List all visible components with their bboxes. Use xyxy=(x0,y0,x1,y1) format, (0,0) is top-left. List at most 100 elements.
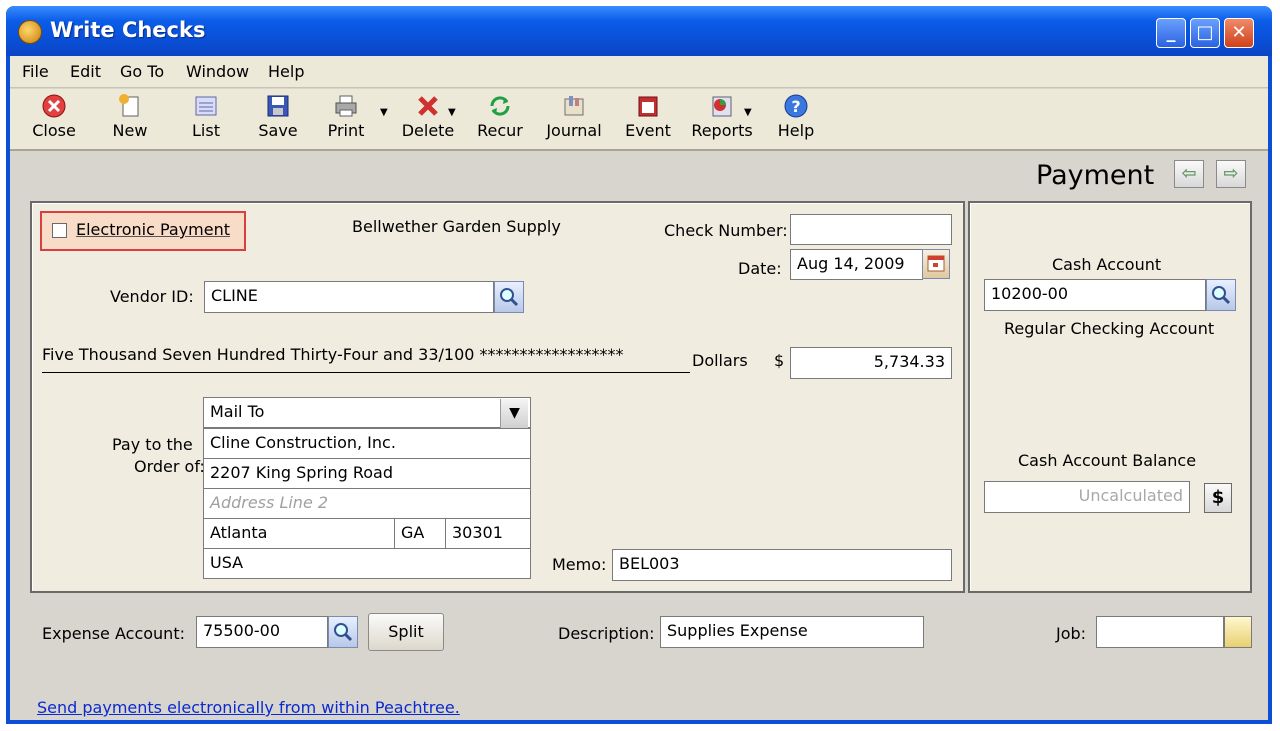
list-icon xyxy=(195,96,217,116)
client-area: File Edit Go To Window Help Close New Li… xyxy=(10,56,1268,720)
payee-name-field[interactable]: Cline Construction, Inc. xyxy=(203,428,531,459)
check-number-field[interactable] xyxy=(790,214,952,245)
list-button[interactable]: List xyxy=(174,93,238,149)
pay-to-label-line1: Pay to the xyxy=(112,435,193,454)
write-checks-window: Write Checks _ □ ✕ File Edit Go To Windo… xyxy=(6,6,1272,724)
next-record-button[interactable]: ⇨ xyxy=(1216,160,1246,188)
electronic-payment-checkbox[interactable] xyxy=(52,223,67,238)
list-label: List xyxy=(192,121,220,140)
description-label: Description: xyxy=(558,624,655,643)
close-button[interactable]: Close xyxy=(22,93,86,149)
print-label: Print xyxy=(327,121,365,140)
cash-balance-field: Uncalculated xyxy=(984,481,1190,513)
date-label: Date: xyxy=(738,259,782,278)
maximize-button[interactable]: □ xyxy=(1190,18,1220,48)
reports-label: Reports xyxy=(691,121,753,140)
memo-field[interactable]: BEL003 xyxy=(612,549,952,581)
print-button[interactable]: Print xyxy=(314,93,378,149)
title-bar[interactable]: Write Checks _ □ ✕ xyxy=(6,6,1272,56)
city-field[interactable]: Atlanta xyxy=(203,518,395,549)
new-button[interactable]: New xyxy=(98,93,162,149)
electronic-payment-highlight: Electronic Payment xyxy=(40,211,246,251)
svg-text:?: ? xyxy=(791,97,800,116)
page-title: Payment xyxy=(1036,160,1155,191)
vendor-lookup-button[interactable] xyxy=(494,281,524,313)
cash-balance-label: Cash Account Balance xyxy=(1018,451,1197,470)
help-label: Help xyxy=(777,121,815,140)
new-icon xyxy=(119,94,139,117)
vendor-id-label: Vendor ID: xyxy=(110,287,194,306)
calendar-icon xyxy=(927,255,945,272)
journal-icon xyxy=(564,96,584,116)
event-button[interactable]: Event xyxy=(616,93,680,149)
description-field[interactable]: Supplies Expense xyxy=(660,616,924,648)
save-button[interactable]: Save xyxy=(246,93,310,149)
electronic-payment-label[interactable]: Electronic Payment xyxy=(76,220,230,239)
help-icon: ? xyxy=(784,94,808,118)
magnifier-icon xyxy=(334,623,353,642)
cash-account-field[interactable]: 10200-00 xyxy=(984,279,1206,311)
address-line2-field[interactable]: Address Line 2 xyxy=(203,488,531,519)
recur-button[interactable]: Recur xyxy=(468,93,532,149)
close-label: Close xyxy=(32,121,76,140)
calculate-balance-button[interactable]: $ xyxy=(1204,483,1232,513)
delete-button[interactable]: Delete xyxy=(396,93,460,149)
close-icon xyxy=(42,94,66,118)
save-label: Save xyxy=(258,121,298,140)
print-dropdown-icon[interactable]: ▼ xyxy=(380,107,388,118)
toolbar: Close New List Save Print ▼ Delete ▼ Rec… xyxy=(10,89,1268,151)
close-window-button[interactable]: ✕ xyxy=(1224,18,1254,48)
journal-label: Journal xyxy=(546,121,602,140)
magnifier-icon xyxy=(1212,286,1231,305)
state-field[interactable]: GA xyxy=(394,518,446,549)
menu-bar: File Edit Go To Window Help xyxy=(10,56,1268,88)
reports-button[interactable]: Reports xyxy=(690,93,754,149)
menu-help[interactable]: Help xyxy=(268,62,304,81)
country-field[interactable]: USA xyxy=(203,548,531,579)
zip-field[interactable]: 30301 xyxy=(445,518,531,549)
calendar-button[interactable] xyxy=(922,249,950,279)
pay-to-label-line2: Order of: xyxy=(134,457,205,476)
previous-record-button[interactable]: ⇦ xyxy=(1174,160,1204,188)
reports-dropdown-icon[interactable]: ▼ xyxy=(744,107,752,118)
check-panel: Electronic Payment Bellwether Garden Sup… xyxy=(30,201,965,593)
amount-field[interactable]: 5,734.33 xyxy=(790,347,952,379)
delete-icon xyxy=(418,96,438,116)
menu-file[interactable]: File xyxy=(22,62,49,81)
address-type-select[interactable]: Mail To xyxy=(203,397,531,428)
new-label: New xyxy=(112,121,148,140)
job-field[interactable] xyxy=(1096,616,1224,648)
recur-icon xyxy=(490,96,510,116)
vendor-id-field[interactable]: CLINE xyxy=(204,281,494,313)
dollar-sign: $ xyxy=(774,351,785,370)
company-name: Bellwether Garden Supply xyxy=(352,217,561,236)
reports-icon xyxy=(712,96,732,117)
save-icon xyxy=(267,95,289,117)
journal-button[interactable]: Journal xyxy=(542,93,606,149)
delete-dropdown-icon[interactable]: ▼ xyxy=(448,107,456,118)
cash-account-name: Regular Checking Account xyxy=(1004,319,1215,338)
split-button[interactable]: Split xyxy=(368,613,444,651)
written-amount: Five Thousand Seven Hundred Thirty-Four … xyxy=(42,345,690,373)
chevron-down-icon[interactable]: ▼ xyxy=(500,399,528,428)
expense-account-label: Expense Account: xyxy=(42,624,185,643)
folder-icon[interactable] xyxy=(1224,616,1252,648)
menu-window[interactable]: Window xyxy=(186,62,249,81)
help-button[interactable]: ? Help xyxy=(764,93,828,149)
check-number-label: Check Number: xyxy=(664,221,788,240)
electronic-payments-link[interactable]: Send payments electronically from within… xyxy=(37,698,460,717)
date-field[interactable]: Aug 14, 2009 xyxy=(790,249,923,280)
expense-account-lookup-button[interactable] xyxy=(328,616,358,648)
expense-account-field[interactable]: 75500-00 xyxy=(196,616,328,648)
menu-edit[interactable]: Edit xyxy=(70,62,101,81)
printer-icon xyxy=(335,95,357,117)
address-line1-field[interactable]: 2207 King Spring Road xyxy=(203,458,531,489)
cash-account-label: Cash Account xyxy=(1052,255,1162,274)
cash-account-panel: Cash Account 10200-00 Regular Checking A… xyxy=(968,201,1252,593)
cash-account-lookup-button[interactable] xyxy=(1206,279,1236,311)
menu-go-to[interactable]: Go To xyxy=(120,62,164,81)
app-icon xyxy=(18,20,42,44)
minimize-button[interactable]: _ xyxy=(1156,18,1186,48)
memo-label: Memo: xyxy=(552,555,607,574)
event-label: Event xyxy=(625,121,671,140)
